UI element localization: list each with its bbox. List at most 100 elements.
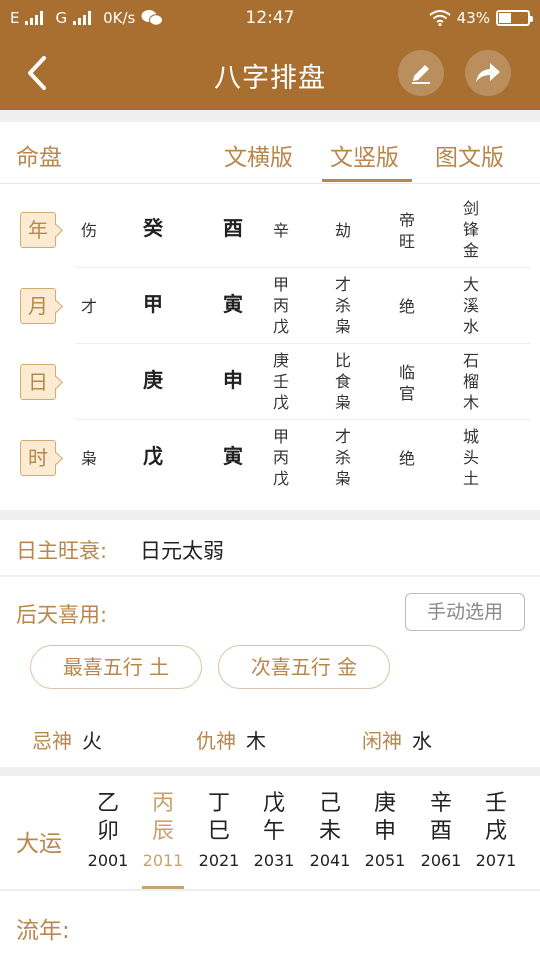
hidden-ten-gods: 劫 — [334, 221, 351, 240]
luck-year: 2021 — [198, 851, 240, 870]
luck-cycle-item[interactable]: 壬戌 2071 — [466, 790, 526, 874]
share-button[interactable] — [465, 50, 511, 96]
nayin: 剑锋金 — [462, 199, 479, 260]
luck-year: 2041 — [309, 851, 351, 870]
status-right: 43% — [429, 9, 533, 27]
wifi-icon — [429, 10, 451, 26]
luck-cycle-item[interactable]: 乙卯 2001 — [78, 790, 138, 874]
growth-stage: 绝 — [398, 449, 415, 468]
growth-stage: 临官 — [398, 363, 415, 403]
pillar-badge: 日 — [20, 364, 56, 400]
tab-graphic[interactable]: 图文版 — [435, 138, 504, 172]
major-luck-section: 大运 乙卯 2001 丙辰 2011 丁巳 2021 戊午 2031 己未 2041 庚申… — [0, 776, 540, 890]
major-luck-label: 大运 — [16, 831, 62, 857]
battery-fill — [499, 13, 512, 23]
luck-year: 2001 — [87, 851, 129, 870]
second-element-pill: 次喜五行 金 — [218, 645, 390, 689]
god-label: 仇神 — [196, 729, 236, 753]
god-label: 忌神 — [32, 729, 72, 753]
luck-cycle-item[interactable]: 庚申 2051 — [355, 790, 415, 874]
network-speed: 0K/s — [103, 9, 136, 27]
hidden-stems: 辛 — [272, 221, 289, 240]
day-master-label: 日主旺衰: — [16, 539, 108, 563]
share-arrow-icon — [476, 63, 500, 82]
nav-bar: 八字排盘 — [0, 36, 540, 110]
ten-god: 伤 — [80, 221, 97, 240]
god-value: 火 — [82, 729, 102, 753]
network-type-2: G — [55, 9, 68, 27]
tab-active-indicator — [322, 179, 412, 182]
luck-cycle-item[interactable]: 己未 2041 — [300, 790, 360, 874]
chart-tabs: 命盘 文横版 文竖版 图文版 — [0, 122, 540, 184]
luck-cycle-item[interactable]: 戊午 2031 — [244, 790, 304, 874]
luck-cycle-item[interactable]: 辛酉 2061 — [411, 790, 471, 874]
heavenly-stem: 庚 — [143, 368, 163, 392]
pillar-row-day: 日 庚 申 庚壬戊 比食枭 临官 石榴木 — [0, 344, 540, 420]
pillar-row-year: 年 伤 癸 酉 辛 劫 帝旺 剑锋金 — [0, 192, 540, 268]
luck-stem: 庚 — [373, 791, 396, 816]
favorable-elements-section: 后天喜用: 手动选用 最喜五行 土 次喜五行 金 忌神火 仇神木 闲神水 — [0, 577, 540, 767]
hidden-ten-gods: 比食枭 — [334, 351, 351, 412]
luck-stem: 丁 — [207, 791, 230, 816]
luck-branch: 酉 — [429, 819, 452, 844]
section-label-mingpan: 命盘 — [16, 145, 62, 171]
nayin: 大溪水 — [462, 275, 479, 336]
growth-stage: 绝 — [398, 297, 415, 316]
god-value: 水 — [412, 729, 432, 753]
luck-year: 2071 — [475, 851, 517, 870]
wechat-icon — [141, 10, 164, 26]
battery-percent: 43% — [456, 9, 490, 27]
status-left: E G 0K/s — [10, 9, 164, 27]
luck-branch: 未 — [318, 819, 341, 844]
luck-stem: 乙 — [96, 791, 119, 816]
luck-active-indicator — [142, 886, 184, 889]
heavenly-stem: 戊 — [143, 444, 163, 468]
hidden-stems: 甲丙戊 — [272, 427, 289, 488]
signal-icon — [25, 11, 44, 25]
luck-stem: 壬 — [484, 791, 507, 816]
edit-button[interactable] — [398, 50, 444, 96]
luck-year: 2011 — [142, 851, 184, 870]
ji-shen: 忌神火 — [32, 725, 102, 754]
earthly-branch: 寅 — [223, 444, 243, 468]
luck-branch: 辰 — [151, 819, 174, 844]
luck-stem: 己 — [318, 791, 341, 816]
hidden-ten-gods: 才杀枭 — [334, 427, 351, 488]
heavenly-stem: 甲 — [143, 292, 163, 316]
luck-branch: 戌 — [484, 819, 507, 844]
pillar-row-hour: 时 枭 戊 寅 甲丙戊 才杀枭 绝 城头土 — [0, 420, 540, 496]
battery-icon — [496, 10, 533, 26]
earthly-branch: 申 — [223, 368, 243, 392]
nayin: 石榴木 — [462, 351, 479, 412]
chou-shen: 仇神木 — [196, 725, 266, 754]
hidden-stems: 庚壬戊 — [272, 351, 289, 412]
luck-year: 2061 — [420, 851, 462, 870]
ten-god: 才 — [80, 297, 97, 316]
luck-year: 2031 — [253, 851, 295, 870]
pencil-icon — [412, 65, 430, 84]
manual-select-button[interactable]: 手动选用 — [405, 593, 525, 631]
hidden-ten-gods: 才杀枭 — [334, 275, 351, 336]
signal-icon-2 — [73, 11, 92, 25]
annual-luck-label: 流年: — [16, 918, 70, 944]
pillar-badge: 年 — [20, 212, 56, 248]
network-type-1: E — [10, 9, 20, 27]
pillar-row-month: 月 才 甲 寅 甲丙戊 才杀枭 绝 大溪水 — [0, 268, 540, 344]
luck-year: 2051 — [364, 851, 406, 870]
annual-luck-section: 流年: — [0, 891, 540, 960]
god-label: 闲神 — [362, 729, 402, 753]
day-master-section: 日主旺衰: 日元太弱 — [0, 520, 540, 576]
luck-stem: 辛 — [429, 791, 452, 816]
luck-cycle-item[interactable]: 丁巳 2021 — [189, 790, 249, 874]
pillar-badge: 时 — [20, 440, 56, 476]
xian-shen: 闲神水 — [362, 725, 432, 754]
best-element-pill: 最喜五行 土 — [30, 645, 202, 689]
tab-horizontal[interactable]: 文横版 — [224, 138, 293, 172]
bazi-chart: 年 伤 癸 酉 辛 劫 帝旺 剑锋金 月 才 甲 寅 甲丙戊 才杀枭 绝 大溪水… — [0, 184, 540, 510]
luck-cycle-item-active[interactable]: 丙辰 2011 — [133, 790, 193, 874]
tab-vertical[interactable]: 文竖版 — [330, 138, 399, 172]
favorable-label: 后天喜用: — [16, 603, 108, 627]
luck-branch: 申 — [373, 819, 396, 844]
luck-stem: 丙 — [151, 791, 174, 816]
earthly-branch: 酉 — [223, 216, 243, 240]
